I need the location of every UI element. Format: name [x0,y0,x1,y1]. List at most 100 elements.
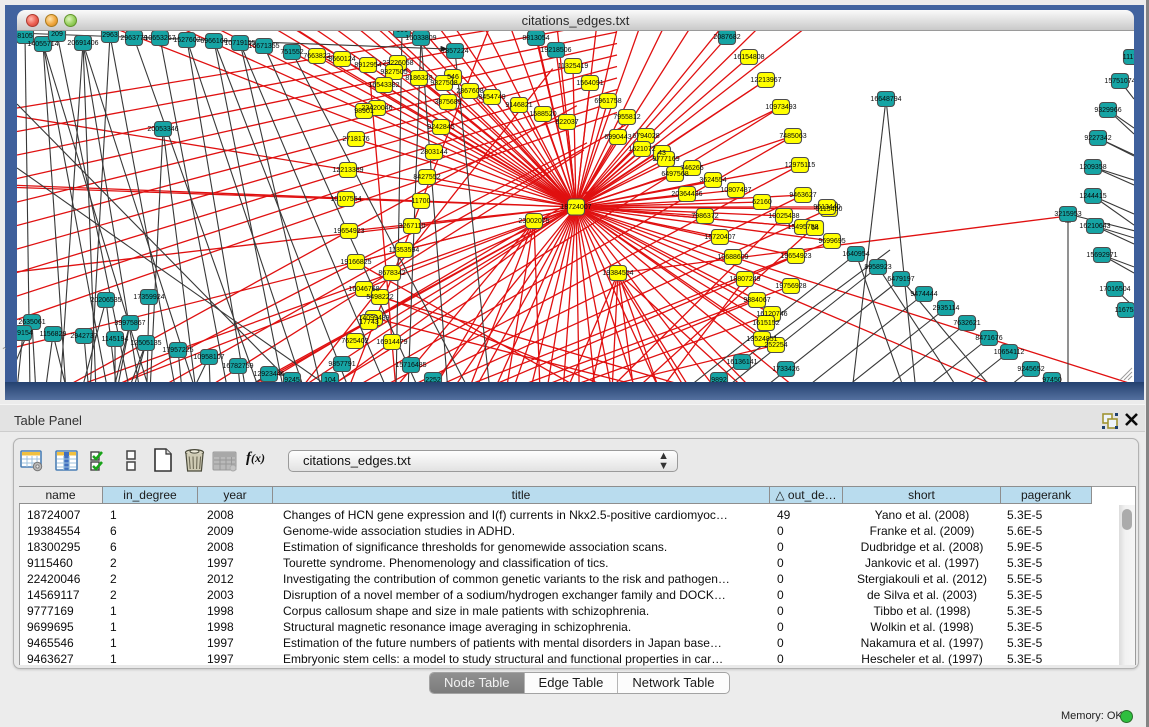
svg-text:18807249: 18807249 [729,276,760,283]
svg-text:12213389: 12213389 [332,167,363,174]
svg-text:20364436: 20364436 [671,191,702,198]
svg-text:1615152: 1615152 [752,320,779,327]
svg-text:1527602: 1527602 [173,37,200,44]
svg-text:16648794: 16648794 [870,96,901,103]
svg-text:5498222: 5498222 [366,294,393,301]
svg-text:16033809: 16033809 [405,35,436,42]
svg-text:16046768: 16046768 [348,286,379,293]
svg-text:8454749: 8454749 [478,94,505,101]
svg-text:12505135: 12505135 [130,340,161,347]
svg-text:8186328: 8186328 [405,75,432,82]
svg-text:20053346: 20053346 [147,126,178,133]
svg-text:39975867: 39975867 [114,320,145,327]
svg-text:751552: 751552 [280,49,303,56]
svg-text:6497568: 6497568 [661,171,688,178]
svg-text:7857224: 7857224 [441,48,468,55]
svg-text:3875685: 3875685 [434,99,461,106]
svg-text:1145194: 1145194 [102,336,129,343]
svg-text:1640954: 1640954 [842,251,869,258]
svg-text:97450: 97450 [1042,377,1062,382]
svg-text:2087682: 2087682 [713,34,740,41]
svg-text:9474444: 9474444 [910,291,937,298]
svg-text:209: 209 [51,31,63,38]
svg-text:14055714: 14055714 [27,41,58,48]
svg-text:3267110: 3267110 [399,223,426,230]
svg-text:2252: 2252 [425,377,441,382]
svg-text:9699695: 9699695 [818,238,845,245]
svg-text:8660124: 8660124 [328,56,355,63]
svg-text:10025438: 10025438 [768,213,799,220]
svg-text:20206535: 20206535 [90,297,121,304]
svg-text:1244415: 1244415 [1079,193,1106,200]
svg-text:9884067: 9884067 [743,297,770,304]
svg-text:9329966: 9329966 [1094,107,1121,114]
svg-text:19654923: 19654923 [780,253,811,260]
svg-text:17743: 17743 [359,319,379,326]
svg-text:6479197: 6479197 [887,276,914,283]
svg-text:8678342: 8678342 [378,270,405,277]
svg-text:10653267: 10653267 [144,35,175,42]
svg-text:11700: 11700 [412,198,431,205]
svg-text:9327508: 9327508 [430,80,457,87]
svg-text:7663822: 7663822 [303,53,330,60]
svg-text:7632621: 7632621 [953,320,980,327]
svg-text:11353594: 11353594 [389,247,420,254]
svg-text:8912954: 8912954 [354,62,381,69]
svg-text:2718176: 2718176 [342,136,369,143]
svg-text:8105: 8105 [17,33,33,40]
svg-text:9245: 9245 [284,377,300,382]
svg-text:1588520: 1588520 [529,111,556,118]
svg-text:10107554: 10107554 [330,196,361,203]
svg-text:9227342: 9227342 [1084,135,1111,142]
svg-text:16782759: 16782759 [222,363,253,370]
svg-text:11173: 11173 [1123,54,1134,61]
svg-text:9777169: 9777169 [652,156,679,163]
svg-text:2963: 2963 [102,32,118,39]
svg-text:20691406: 20691406 [67,40,98,47]
svg-text:8813054: 8813054 [522,35,549,42]
svg-text:3215953: 3215953 [1054,211,1081,218]
svg-text:252254: 252254 [764,342,787,349]
svg-text:6794028: 6794028 [632,133,659,140]
svg-text:18724007: 18724007 [560,204,591,211]
svg-text:9857791: 9857791 [328,361,355,368]
svg-text:64: 64 [811,225,819,232]
svg-text:7485063: 7485063 [779,133,806,140]
svg-text:1564091: 1564091 [576,80,603,87]
svg-text:15720407: 15720407 [704,234,735,241]
svg-text:19756928: 19756928 [775,283,806,290]
svg-text:9463627: 9463627 [789,192,816,199]
svg-text:19166825: 19166825 [340,259,371,266]
svg-text:6990443: 6990443 [604,134,631,141]
svg-text:16210643: 16210643 [1079,223,1110,230]
svg-text:19654923: 19654923 [333,228,364,235]
svg-text:2942737: 2942737 [70,333,97,340]
svg-text:12213967: 12213967 [750,77,781,84]
svg-text:9146821: 9146821 [505,102,532,109]
svg-text:17016504: 17016504 [1099,286,1130,293]
svg-text:8471676: 8471676 [975,335,1002,342]
svg-text:822037: 822037 [555,119,578,126]
svg-text:2935114: 2935114 [933,305,960,312]
svg-text:6961758: 6961758 [594,98,621,105]
svg-text:12975115: 12975115 [785,162,816,169]
svg-text:23226058: 23226058 [382,60,413,67]
svg-text:2803144: 2803144 [420,149,447,156]
svg-text:11325419: 11325419 [558,63,589,70]
svg-text:7955812: 7955812 [613,114,640,121]
svg-text:10688609: 10688609 [717,254,748,261]
svg-text:1733426: 1733426 [772,366,799,373]
svg-text:19218506: 19218506 [540,47,571,54]
svg-text:16136141: 16136141 [726,359,757,366]
svg-text:104: 104 [324,377,336,382]
svg-text:9327505: 9327505 [380,69,407,76]
svg-text:19384554: 19384554 [602,270,633,277]
svg-text:10807487: 10807487 [720,187,751,194]
svg-text:9242845: 9242845 [427,124,454,131]
svg-text:1621072: 1621072 [628,146,655,153]
svg-text:16120746: 16120746 [756,311,787,318]
svg-text:2635061: 2635061 [18,319,45,326]
svg-text:7986372: 7986372 [691,213,718,220]
svg-text:15692971: 15692971 [1086,252,1117,259]
svg-text:9892: 9892 [711,377,727,382]
